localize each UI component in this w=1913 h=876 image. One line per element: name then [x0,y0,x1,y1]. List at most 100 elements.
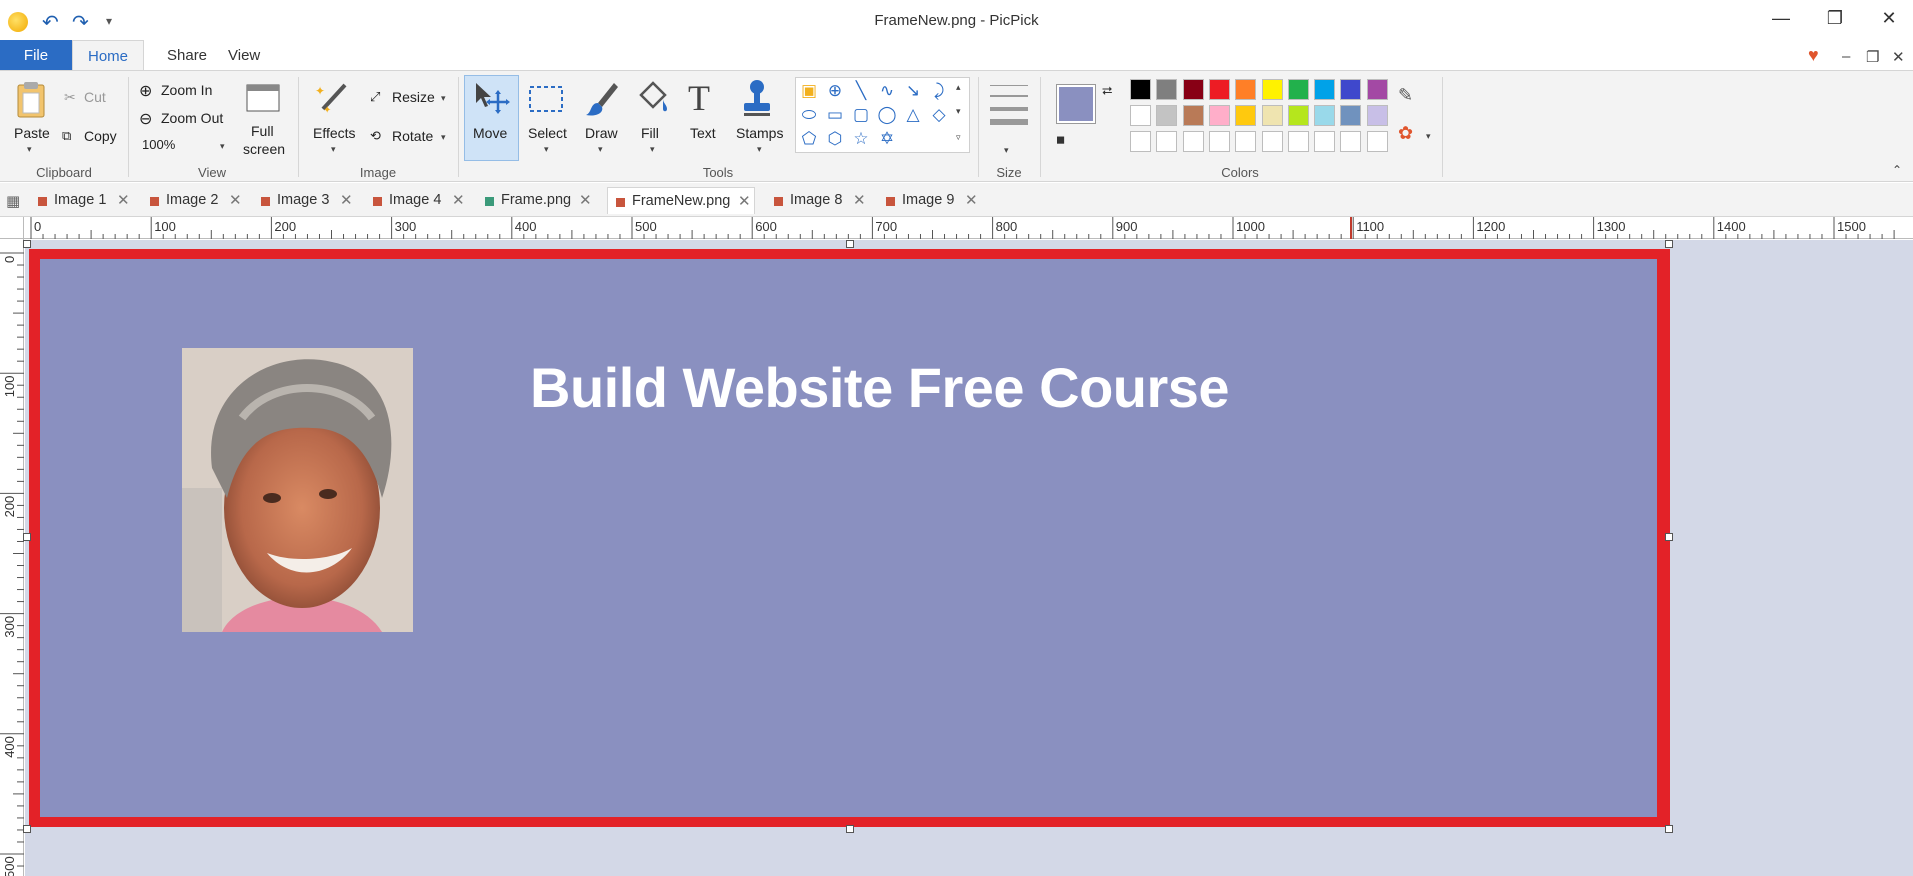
select-dropdown-icon[interactable]: ▾ [544,144,549,155]
cut-button[interactable]: Cut [84,89,106,105]
close-icon[interactable]: ✕ [1874,8,1904,29]
zoom-in-button[interactable]: Zoom In [161,82,212,98]
select-tool-button[interactable]: Select [528,125,567,141]
copy-button[interactable]: Copy [84,128,117,144]
swap-colors-icon[interactable]: ⮂ [1102,83,1112,99]
text-tool-button[interactable]: Text [690,125,716,141]
plus-circle-shape-icon[interactable]: ⊕ [824,80,846,102]
doc-close-icon[interactable]: ✕ [1892,48,1905,66]
color-swatch[interactable] [1156,131,1178,152]
stamps-tool-button[interactable]: Stamps [736,125,783,141]
color-swatch[interactable] [1235,131,1257,152]
image-frame[interactable]: Build Website Free Course [29,249,1670,827]
fill-dropdown-icon[interactable]: ▾ [650,144,655,155]
ellipse-shape-icon[interactable]: ⬭ [798,104,820,126]
tab-share[interactable]: Share [153,40,221,71]
close-tab-icon[interactable]: ✕ [853,187,866,214]
tab-grid-icon[interactable]: ▦ [6,192,20,210]
text-tool-icon[interactable]: T [688,77,710,119]
color-swatch[interactable] [1156,105,1178,126]
rect-select-shape-icon[interactable]: ▣ [798,80,820,102]
full-screen-label-2[interactable]: screen [243,141,285,157]
close-tab-icon[interactable]: ✕ [229,187,242,214]
curve-shape-icon[interactable]: ∿ [876,80,898,102]
six-point-star-shape-icon[interactable]: ✡ [876,128,898,150]
color-swatch[interactable] [1182,131,1204,152]
color-swatch[interactable] [1314,79,1336,100]
resize-handle-right[interactable] [1665,533,1673,541]
triangle-shape-icon[interactable]: △ [902,104,924,126]
close-tab-icon[interactable]: ✕ [579,187,592,214]
color-swatch[interactable] [1287,79,1309,100]
doc-minimize-icon[interactable]: – [1842,48,1850,65]
minimize-icon[interactable]: — [1766,8,1796,29]
customize-icon[interactable]: ▾ [106,14,112,28]
color-swatch[interactable] [1208,131,1230,152]
draw-brush-icon[interactable] [584,81,620,117]
resize-handle-bottom-left[interactable] [23,825,31,833]
color-swatch[interactable] [1261,105,1283,126]
rounded-rect-shape-icon[interactable]: ▢ [850,104,872,126]
color-swatch[interactable] [1366,105,1388,126]
tab-view[interactable]: View [214,40,274,71]
pentagon-shape-icon[interactable]: ⬠ [798,128,820,150]
color-swatch[interactable] [1287,131,1309,152]
document-tab[interactable]: Image 9 ✕ [878,187,983,214]
color-swatch[interactable] [1314,105,1336,126]
color-swatch[interactable] [1340,131,1362,152]
eyedropper-icon[interactable]: ✎ [1398,85,1413,106]
effects-icon[interactable]: ✦ ✦ [313,79,351,117]
tab-file[interactable]: File [0,40,72,71]
move-tool-button[interactable]: Move [473,125,507,141]
color-swatch[interactable] [1366,131,1388,152]
size-dropdown-icon[interactable]: ▾ [1004,145,1009,156]
full-screen-icon[interactable] [245,81,281,117]
resize-handle-bottom[interactable] [846,825,854,833]
resize-handle-left[interactable] [23,533,31,541]
close-tab-icon[interactable]: ✕ [117,187,130,214]
document-tab[interactable]: FrameNew.png ✕ [607,187,755,214]
close-tab-icon[interactable]: ✕ [738,188,751,215]
color-swatch[interactable] [1208,105,1230,126]
star-shape-icon[interactable]: ☆ [850,128,872,150]
close-tab-icon[interactable]: ✕ [965,187,978,214]
color-swatch[interactable] [1261,79,1283,100]
heart-icon[interactable]: ♥ [1808,45,1819,66]
rotate-dropdown-icon[interactable]: ▾ [441,132,446,143]
curved-arrow-shape-icon[interactable]: ⤸ [928,80,950,102]
move-icon[interactable] [472,81,510,115]
color-swatch[interactable] [1208,79,1230,100]
reset-colors-icon[interactable]: ◼ [1056,133,1065,146]
close-tab-icon[interactable]: ✕ [452,187,465,214]
color-swatch[interactable] [1182,105,1204,126]
rectangle-shape-icon[interactable]: ▭ [824,104,846,126]
shape-scroll-up-icon[interactable]: ▴ [956,82,961,93]
document-tab[interactable]: Image 8 ✕ [766,187,871,214]
color-swatch[interactable] [1156,79,1178,100]
doc-restore-icon[interactable]: ❐ [1866,48,1879,66]
full-screen-label-1[interactable]: Full [251,123,274,139]
color-swatch[interactable] [1261,131,1283,152]
fill-bucket-icon[interactable] [633,81,669,117]
color-wheel-icon[interactable]: ✿ [1398,123,1413,144]
color-swatch[interactable] [1235,105,1257,126]
color-swatch[interactable] [1235,79,1257,100]
document-tab[interactable]: Image 4 ✕ [365,187,470,214]
color-swatch[interactable] [1182,79,1204,100]
color-swatch[interactable] [1130,79,1151,100]
zoom-dropdown-icon[interactable]: ▾ [220,141,225,152]
select-icon[interactable] [528,85,564,115]
arrow-shape-icon[interactable]: ↘ [902,80,924,102]
draw-tool-button[interactable]: Draw [585,125,618,141]
paste-dropdown-icon[interactable]: ▾ [27,144,32,155]
collapse-ribbon-icon[interactable]: ⌃ [1892,163,1902,177]
undo-icon[interactable]: ↶ [42,10,59,35]
rotate-button[interactable]: Rotate [392,128,433,144]
stamps-icon[interactable] [740,79,774,117]
resize-handle-bottom-right[interactable] [1665,825,1673,833]
color-swatch[interactable] [1340,79,1362,100]
diamond-shape-icon[interactable]: ◇ [928,104,950,126]
shape-expand-icon[interactable]: ▿ [956,132,961,143]
effects-dropdown-icon[interactable]: ▾ [331,144,336,155]
document-tab[interactable]: Frame.png ✕ [477,187,597,214]
